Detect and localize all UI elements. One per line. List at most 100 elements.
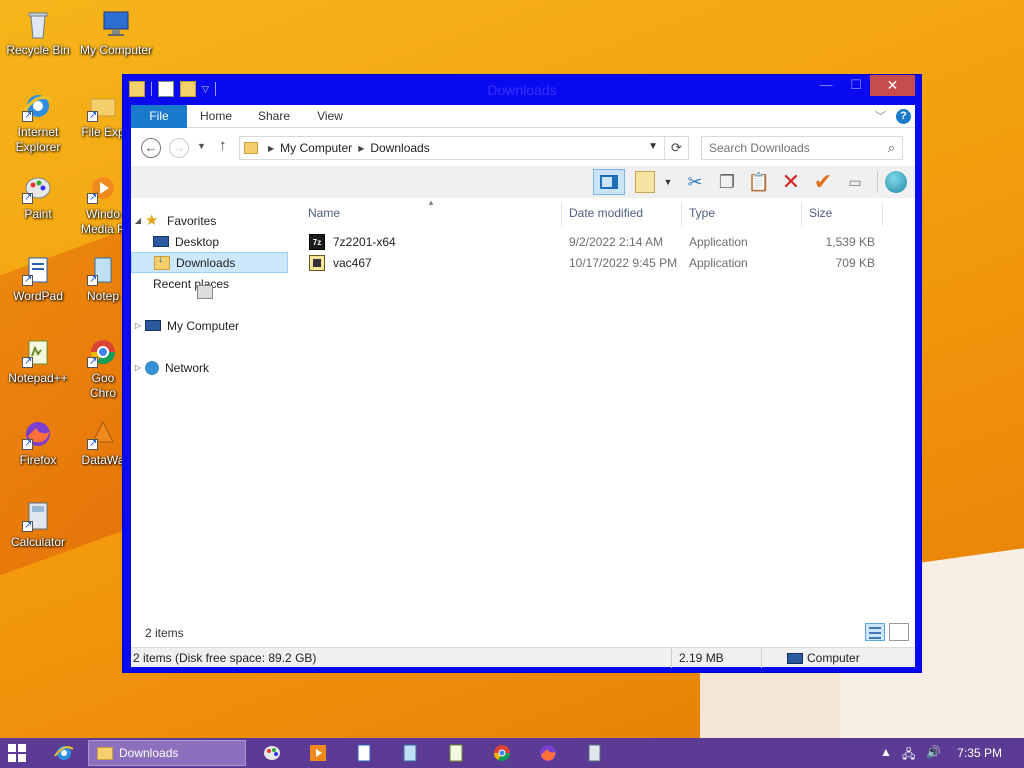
desktop-icon-calculator[interactable]: Calculator (0, 500, 76, 550)
column-divider[interactable] (561, 202, 562, 226)
notepad-icon (87, 254, 119, 287)
large-icons-view-button[interactable] (889, 623, 909, 641)
computer-icon (787, 653, 803, 665)
forward-button[interactable]: → (169, 138, 189, 158)
notepad-icon[interactable] (400, 743, 420, 763)
file-type: Application (689, 235, 748, 249)
explorer-window[interactable]: ▽ Downloads — ☐ ✕ File Home Share View ﹀… (122, 74, 922, 673)
desktop-icon-google-chrome[interactable]: Goo Chro (78, 336, 128, 401)
expand-arrow-icon[interactable]: ▷ (131, 363, 145, 372)
address-bar[interactable]: ▶ My Computer ▶ Downloads ▼ ⟳ (239, 136, 689, 160)
desktop-icon-recycle-bin[interactable]: Recycle Bin (0, 8, 76, 58)
help-icon[interactable]: ? (896, 108, 911, 124)
minimize-button[interactable]: — (811, 75, 841, 96)
tree-item-favorites[interactable]: ◢ ★ Favorites (131, 210, 291, 231)
checkmark-button[interactable]: ✔ (811, 169, 835, 195)
taskbar-button-downloads[interactable]: Downloads (88, 740, 246, 766)
desktop-icon-label: File Exp (81, 125, 125, 139)
file-row[interactable]: 7z 7z2201-x64 9/2/2022 2:14 AM Applicati… (299, 232, 915, 253)
tree-item-label: Desktop (175, 234, 220, 249)
chrome-icon[interactable] (492, 743, 512, 763)
expand-arrow-icon[interactable]: ◢ (131, 216, 145, 225)
tree-item-recent-places[interactable]: Recent places (131, 273, 291, 299)
desktop-icon-label: Windo Media P (80, 207, 126, 236)
expand-ribbon-chevron-icon[interactable]: ﹀ (875, 108, 886, 124)
tree-item-label: Downloads (176, 255, 236, 270)
paint-icon[interactable] (262, 743, 282, 763)
delete-button[interactable]: ✕ (779, 169, 803, 195)
divider (761, 648, 762, 668)
calculator-icon[interactable] (584, 743, 604, 763)
maximize-button[interactable]: ☐ (841, 75, 871, 96)
column-divider[interactable] (882, 202, 883, 226)
wordpad-icon[interactable] (354, 743, 374, 763)
star-icon: ★ (145, 211, 159, 229)
desktop-icon-label: My Computer (79, 43, 153, 57)
breadcrumb-separator-icon[interactable]: ▶ (268, 144, 274, 153)
desktop-icon-internet-explorer[interactable]: Internet Explorer (0, 90, 76, 155)
globe-button[interactable] (883, 169, 909, 195)
layout-pane-button[interactable] (593, 169, 625, 195)
tab-view[interactable]: View (305, 105, 355, 128)
chrome-icon (87, 336, 119, 369)
desktop-icon-windows-media-player[interactable]: Windo Media P (78, 172, 128, 237)
desktop-icon-notepad-plus-plus[interactable]: Notepad++ (0, 336, 76, 386)
column-divider[interactable] (681, 202, 682, 226)
media-player-icon[interactable] (308, 743, 328, 763)
tree-item-network[interactable]: ▷ Network (131, 357, 291, 378)
internet-explorer-icon[interactable] (54, 743, 74, 763)
desktop-icon-file-explorer[interactable]: File Exp (78, 90, 128, 140)
tree-item-my-computer[interactable]: ▷ My Computer (131, 315, 291, 336)
breadcrumb-downloads[interactable]: Downloads (370, 141, 429, 155)
breadcrumb-my-computer[interactable]: My Computer (280, 141, 352, 155)
search-icon[interactable]: ⌕ (888, 140, 895, 156)
desktop-icon-wordpad[interactable]: WordPad (0, 254, 76, 304)
tab-share[interactable]: Share (249, 105, 299, 128)
cut-button[interactable]: ✂ (683, 169, 707, 195)
close-button[interactable]: ✕ (870, 75, 915, 96)
search-input[interactable] (702, 137, 872, 159)
column-header-type[interactable]: Type (689, 206, 715, 226)
desktop-icon-firefox[interactable]: Firefox (0, 418, 76, 468)
desktop-icon-notepad[interactable]: Notep (78, 254, 128, 304)
network-status-icon[interactable]: 🖧 (902, 745, 915, 766)
up-button[interactable]: ↑ (219, 137, 227, 154)
tree-item-downloads[interactable]: Downloads (131, 252, 288, 273)
file-row[interactable]: vac467 10/17/2022 9:45 PM Application 70… (299, 253, 915, 274)
copy-button[interactable]: ❐ (715, 169, 739, 195)
rename-button[interactable]: ▭ (843, 169, 867, 195)
refresh-button[interactable]: ⟳ (664, 137, 688, 159)
search-box[interactable]: ⌕ (701, 136, 903, 160)
title-bar[interactable]: ▽ Downloads — ☐ ✕ (123, 75, 921, 105)
recent-locations-chevron-icon[interactable]: ▼ (197, 141, 206, 151)
divider (671, 648, 672, 668)
clock[interactable]: 7:35 PM (957, 746, 1002, 760)
volume-icon[interactable]: 🔊 (926, 745, 941, 759)
breadcrumb-separator-icon[interactable]: ▶ (358, 144, 364, 153)
column-header-name[interactable]: Name (308, 206, 340, 226)
tree-item-desktop[interactable]: Desktop (131, 231, 291, 252)
desktop-icon-paint[interactable]: Paint (0, 172, 76, 222)
sort-ascending-icon: ▲ (427, 198, 435, 207)
properties-button[interactable] (635, 171, 655, 193)
show-hidden-icons-icon[interactable]: ▲ (880, 745, 892, 759)
tab-file[interactable]: File (131, 105, 187, 128)
column-header-size[interactable]: Size (809, 206, 832, 226)
column-header-date[interactable]: Date modified (569, 206, 643, 226)
desktop-icon-label: Firefox (19, 453, 57, 467)
desktop-icon-label: WordPad (13, 289, 63, 303)
file-type: Application (689, 256, 748, 270)
notepad-plus-plus-icon[interactable] (446, 743, 466, 763)
properties-dropdown-chevron-icon[interactable]: ▼ (663, 169, 673, 195)
address-dropdown-chevron-icon[interactable]: ▼ (648, 141, 658, 152)
column-divider[interactable] (801, 202, 802, 226)
expand-arrow-icon[interactable]: ▷ (131, 321, 145, 330)
tab-home[interactable]: Home (191, 105, 241, 128)
paste-button[interactable]: 📋 (747, 169, 771, 195)
start-button[interactable] (8, 744, 26, 762)
firefox-icon[interactable] (538, 743, 558, 763)
desktop-icon-my-computer[interactable]: My Computer (78, 8, 154, 58)
back-button[interactable]: ← (141, 138, 161, 158)
desktop-icon-datawarrior[interactable]: DataWa (78, 418, 128, 468)
details-view-button[interactable] (865, 623, 885, 641)
